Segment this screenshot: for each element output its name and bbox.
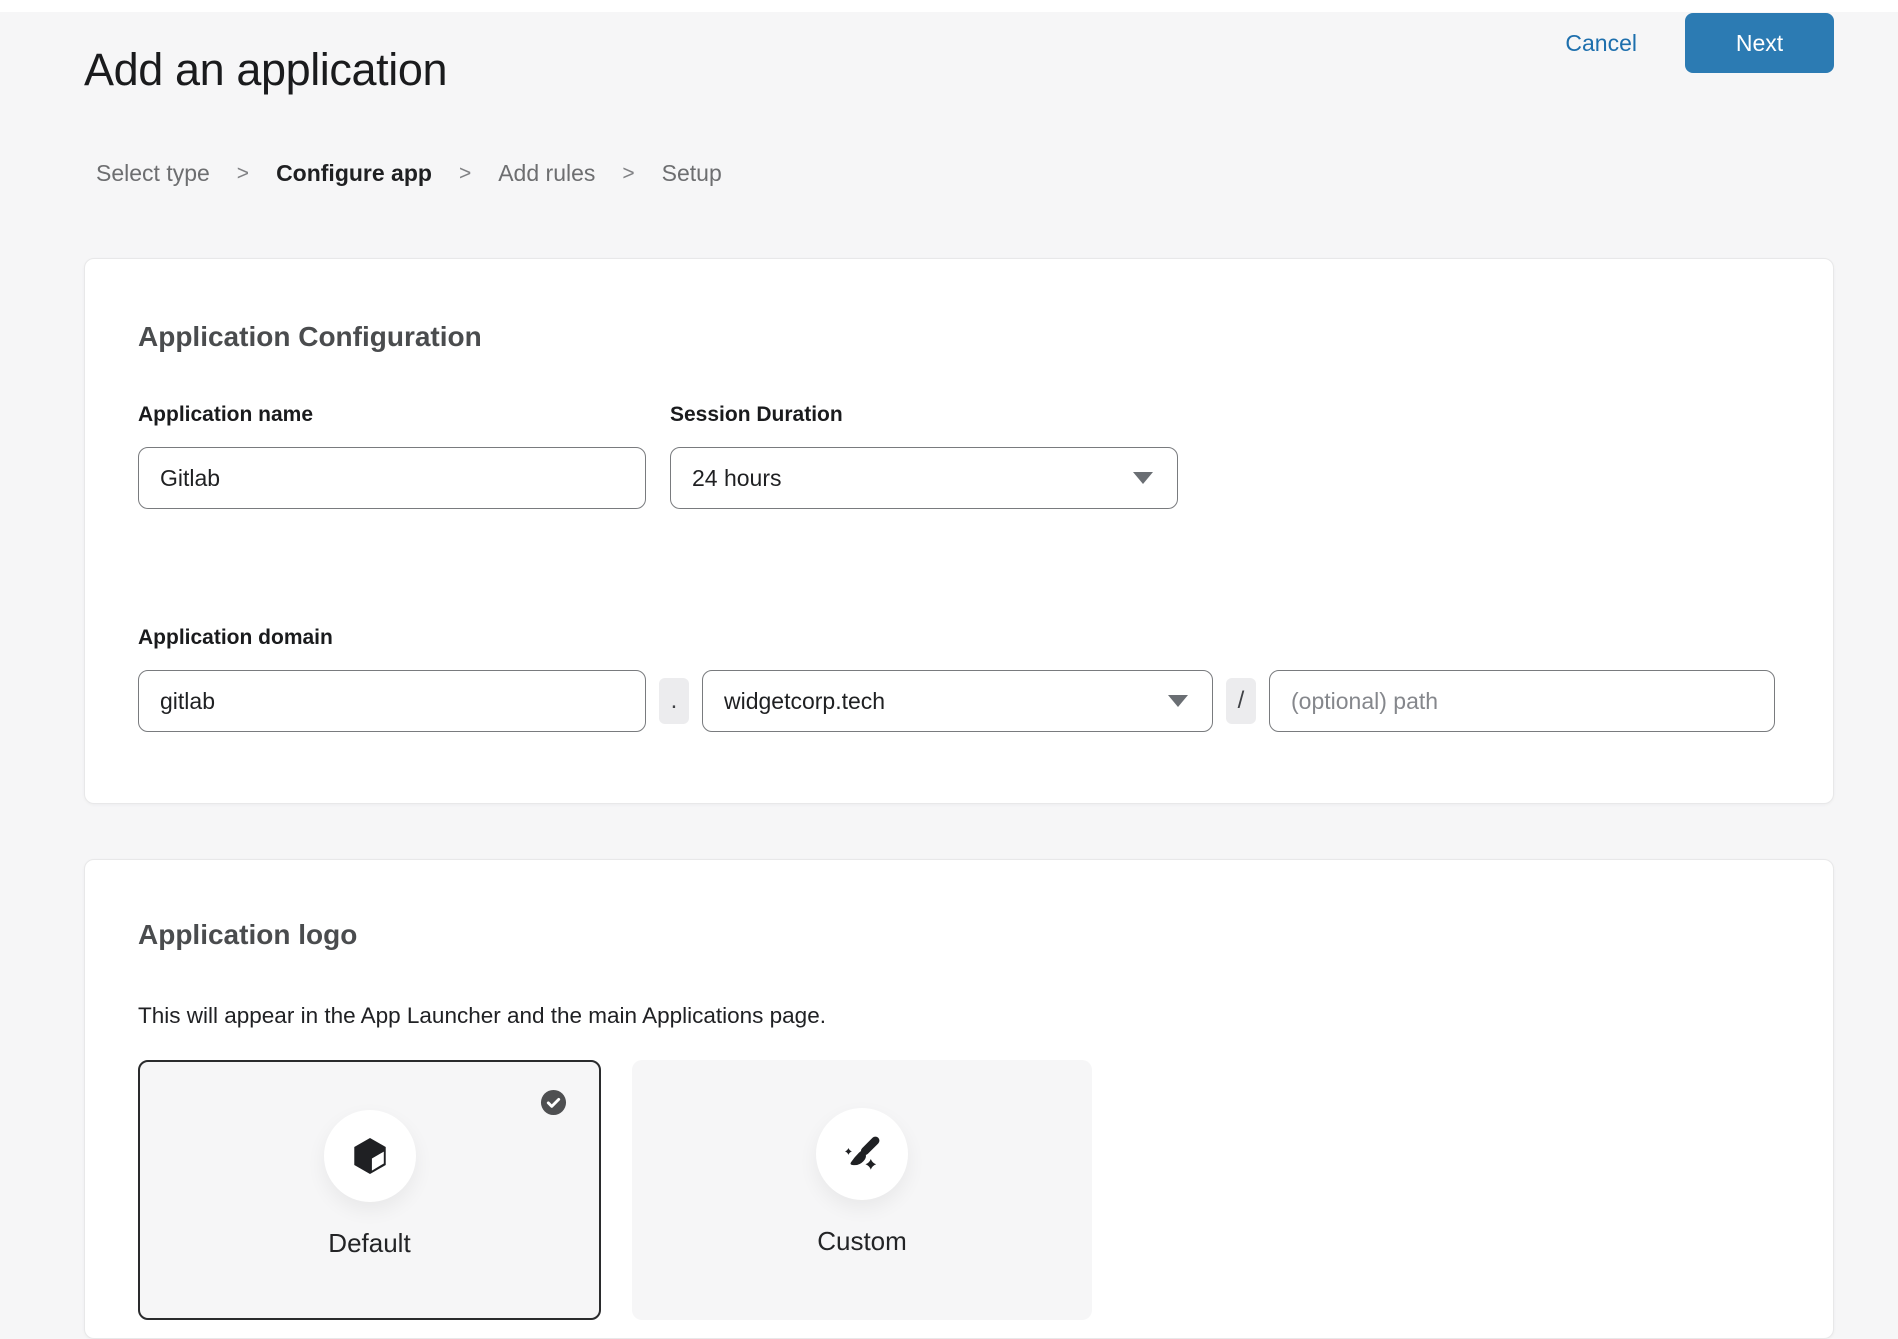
path-input[interactable] [1269, 670, 1775, 732]
section-heading-application-logo: Application logo [138, 919, 1777, 951]
breadcrumb: Select type > Configure app > Add rules … [96, 160, 722, 187]
chevron-down-icon [1133, 472, 1153, 484]
application-domain-row: . widgetcorp.tech / [138, 670, 1777, 732]
top-strip [0, 0, 1898, 12]
cancel-button[interactable]: Cancel [1565, 30, 1637, 57]
session-duration-value: 24 hours [692, 465, 782, 492]
logo-option-default[interactable]: Default [138, 1060, 601, 1320]
application-configuration-card: Application Configuration Application na… [84, 258, 1834, 804]
dot-separator: . [659, 678, 689, 724]
next-button[interactable]: Next [1685, 13, 1834, 73]
application-name-label: Application name [138, 403, 646, 427]
header-actions: Cancel Next [1565, 13, 1834, 73]
breadcrumb-separator: > [622, 162, 634, 186]
session-duration-label: Session Duration [670, 403, 1178, 427]
custom-logo-circle [816, 1108, 908, 1200]
logo-option-custom-label: Custom [817, 1226, 907, 1257]
logo-option-tiles: Default Custom [138, 1060, 1777, 1320]
chevron-down-icon [1168, 695, 1188, 707]
breadcrumb-step-select-type[interactable]: Select type [96, 160, 210, 187]
breadcrumb-step-setup[interactable]: Setup [662, 160, 722, 187]
section-heading-application-configuration: Application Configuration [138, 321, 1777, 353]
breadcrumb-step-configure-app[interactable]: Configure app [276, 160, 432, 187]
logo-option-custom[interactable]: Custom [632, 1060, 1092, 1320]
breadcrumb-separator: > [237, 162, 249, 186]
session-duration-field: Session Duration 24 hours [670, 403, 1178, 509]
application-name-input[interactable] [138, 447, 646, 509]
paintbrush-sparkles-icon [840, 1132, 884, 1176]
domain-select-value: widgetcorp.tech [724, 688, 885, 715]
page-title: Add an application [84, 44, 447, 96]
breadcrumb-step-add-rules[interactable]: Add rules [498, 160, 595, 187]
application-name-field: Application name [138, 403, 646, 509]
application-domain-label: Application domain [138, 626, 1777, 650]
application-logo-card: Application logo This will appear in the… [84, 859, 1834, 1339]
cube-icon [347, 1133, 393, 1179]
default-logo-circle [324, 1110, 416, 1202]
breadcrumb-separator: > [459, 162, 471, 186]
domain-select[interactable]: widgetcorp.tech [702, 670, 1213, 732]
logo-option-default-label: Default [328, 1228, 410, 1259]
slash-separator: / [1226, 678, 1256, 724]
session-duration-select[interactable]: 24 hours [670, 447, 1178, 509]
name-session-row: Application name Session Duration 24 hou… [138, 403, 1777, 509]
checkmark-circle-icon [540, 1089, 567, 1116]
subdomain-input[interactable] [138, 670, 646, 732]
application-logo-description: This will appear in the App Launcher and… [138, 1003, 1777, 1029]
